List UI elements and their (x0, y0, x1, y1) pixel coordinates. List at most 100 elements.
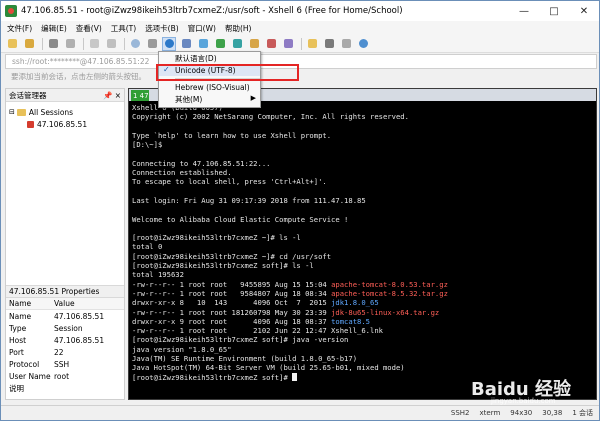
properties-col-name: Name (9, 299, 32, 308)
property-name: Host (9, 335, 27, 345)
terminal-line-text: -rw-r--r-- 1 root root 9584807 Aug 18 08… (132, 288, 332, 298)
menu-edit[interactable]: 编辑(E) (41, 23, 67, 34)
compose-button[interactable] (322, 37, 336, 51)
terminal-line-text: To escape to local shell, press 'Ctrl+Al… (132, 177, 327, 187)
transfer-button[interactable] (230, 37, 244, 51)
pin-icon[interactable]: 📌 (103, 91, 112, 100)
tools-icon (283, 39, 293, 48)
encoding-other-item[interactable]: 其他(M) ▶ (159, 93, 260, 105)
add-folder-button[interactable] (305, 37, 319, 51)
fullscreen-button[interactable] (339, 37, 353, 51)
watermark-url: jingyan.baidu.com (491, 397, 556, 405)
terminal-output[interactable]: Xshell 6 (Build 0057)Copyright (c) 2002 … (132, 103, 593, 397)
menu-bar: 文件(F) 编辑(E) 查看(V) 工具(T) 选项卡(B) 窗口(W) 帮助(… (1, 21, 599, 35)
properties-row: Type Session (6, 322, 124, 334)
terminal-pane[interactable]: 1 47 Xshell 6 (Build 0057)Copyright (c) … (128, 88, 597, 400)
encoding-hebrew-item[interactable]: Hebrew (ISO-Visual) (159, 81, 260, 93)
terminal-line: Welcome to Alibaba Cloud Elastic Compute… (132, 215, 593, 224)
encoding-button[interactable] (162, 36, 176, 51)
terminal-line: [D:\~]$ (132, 140, 593, 149)
properties-panel: 47.106.85.51 Properties Name Value Name … (6, 285, 124, 394)
property-name: Protocol (9, 359, 40, 369)
help-button[interactable] (356, 37, 370, 51)
terminal-line-text: Copyright (c) 2002 NetSarang Computer, I… (132, 112, 409, 122)
globe-icon (164, 39, 174, 48)
close-panel-icon[interactable]: × (115, 91, 121, 100)
menu-file[interactable]: 文件(F) (7, 23, 32, 34)
menu-tools[interactable]: 工具(T) (111, 23, 136, 34)
hint-bar: 要添加当前会话，点击左侧的箭头按钮。 (5, 70, 597, 83)
font-button[interactable] (179, 37, 193, 51)
script-button[interactable] (264, 37, 278, 51)
terminal-line: Connecting to 47.106.85.51:22... (132, 159, 593, 168)
menu-tabs[interactable]: 选项卡(B) (145, 23, 179, 34)
disconnect-button[interactable] (63, 37, 77, 51)
session-manager-header: 会话管理器 📌 × (6, 89, 124, 102)
terminal-line-text: -rw-r--r-- 1 root root 181260798 May 30 … (132, 307, 332, 317)
terminal-line: total 195632 (132, 270, 593, 279)
reconnect-button[interactable] (46, 37, 60, 51)
terminal-line: To escape to local shell, press 'Ctrl+Al… (132, 177, 593, 186)
xftp-button[interactable] (213, 37, 227, 51)
terminal-filename: tomcat8.5 (331, 316, 371, 326)
property-name: 说明 (9, 383, 24, 393)
annotation-highlight-box (156, 64, 299, 81)
close-button[interactable]: ✕ (569, 1, 599, 21)
menu-window[interactable]: 窗口(W) (188, 23, 216, 34)
tools-button[interactable] (281, 37, 295, 51)
property-value: 47.106.85.51 (54, 311, 105, 321)
toolbar (1, 35, 599, 53)
new-tab-button[interactable] (196, 37, 210, 51)
menu-help[interactable]: 帮助(H) (225, 23, 252, 34)
tab-icon (198, 39, 208, 48)
menu-view[interactable]: 查看(V) (76, 23, 102, 34)
fullscreen-icon (341, 39, 351, 48)
print-icon (147, 39, 157, 48)
terminal-filename: jdk-8u65-linux-x64.tar.gz (331, 307, 440, 317)
terminal-line-text: Last login: Fri Aug 31 09:17:39 2018 fro… (132, 195, 366, 205)
window-controls: — □ ✕ (509, 1, 599, 21)
properties-row: 说明 (6, 382, 124, 394)
terminal-line: total 0 (132, 242, 593, 251)
terminal-line-text: [D:\~]$ (132, 140, 163, 150)
terminal-line: drwxr-xr-x 9 root root 4096 Aug 18 08:37… (132, 317, 593, 326)
tree-item-all-sessions[interactable]: ⊟ All Sessions (9, 106, 121, 118)
encoding-default-item[interactable]: 默认语言(D) (159, 52, 260, 64)
open-button[interactable] (22, 37, 36, 51)
expand-icon[interactable]: ⊟ (9, 108, 15, 116)
toolbar-separator (124, 37, 125, 50)
property-name: Port (9, 347, 24, 357)
toolbar-separator (301, 37, 302, 50)
session-tab-label: 1 47 (133, 91, 149, 100)
print-button[interactable] (145, 37, 159, 51)
terminal-line: Last login: Fri Aug 31 09:17:39 2018 fro… (132, 196, 593, 205)
submenu-arrow-icon: ▶ (250, 94, 256, 102)
new-session-button[interactable] (5, 37, 19, 51)
tree-item-host[interactable]: 47.106.85.51 (9, 118, 121, 130)
session-icon (27, 120, 34, 128)
properties-row: Name 47.106.85.51 (6, 310, 124, 322)
terminal-line: [root@iZwz98ikeih53ltrb7cxmeZ soft]# jav… (132, 335, 593, 344)
terminal-cursor (292, 372, 298, 381)
paste-button[interactable] (104, 37, 118, 51)
encoding-item-label: 默认语言(D) (175, 53, 217, 63)
session-tree: ⊟ All Sessions 47.106.85.51 (6, 102, 124, 134)
terminal-line: -rw-r--r-- 1 root root 181260798 May 30 … (132, 308, 593, 317)
terminal-line-text: Connection established. (132, 168, 232, 178)
find-button[interactable] (128, 37, 142, 51)
tree-item-label: All Sessions (28, 107, 74, 117)
lock-button[interactable] (247, 37, 261, 51)
xftp-icon (215, 39, 225, 48)
transfer-icon (232, 39, 242, 48)
copy-button[interactable] (87, 37, 101, 51)
address-bar[interactable]: ssh://root:********@47.106.85.51:22 (5, 54, 597, 69)
folder-open-icon (24, 39, 34, 48)
terminal-line: drwxr-xr-x 8 10 143 4096 Oct 7 2015 jdk1… (132, 298, 593, 307)
maximize-button[interactable]: □ (539, 1, 569, 21)
session-tab[interactable]: 1 47 (131, 90, 149, 101)
minimize-button[interactable]: — (509, 1, 539, 21)
terminal-line-text: Welcome to Alibaba Cloud Elastic Compute… (132, 214, 349, 224)
paste-icon (106, 39, 116, 48)
